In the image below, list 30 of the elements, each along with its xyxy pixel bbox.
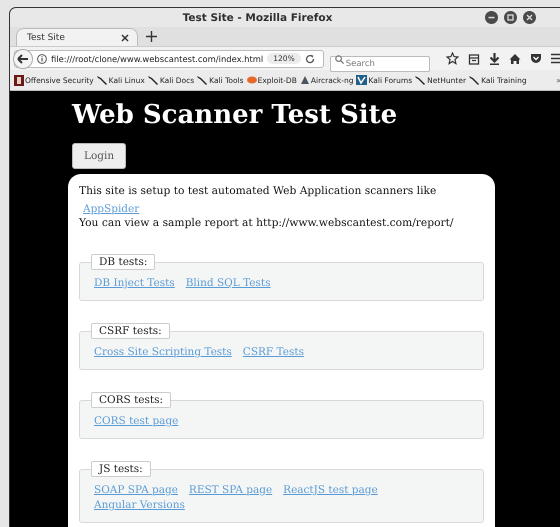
close-icon[interactable] (121, 34, 129, 42)
group-legend: CSRF tests: (91, 323, 170, 339)
back-icon[interactable] (13, 48, 33, 68)
intro-text: This site is setup to test automated Web Application scanners like (79, 184, 438, 197)
download-icon[interactable] (488, 52, 500, 64)
reload-icon[interactable] (304, 54, 315, 64)
group-legend: CORS tests: (91, 392, 172, 408)
star-icon[interactable] (446, 52, 459, 65)
forum-icon (356, 75, 368, 85)
maximize-icon[interactable] (504, 11, 517, 24)
new-tab-icon[interactable] (146, 31, 157, 42)
home-icon[interactable] (508, 52, 521, 64)
group-legend: DB tests: (91, 254, 156, 270)
pocket-icon[interactable] (530, 53, 542, 64)
search-field[interactable]: Search (330, 56, 430, 72)
library-icon[interactable] (468, 52, 480, 64)
group-legend: JS tests: (91, 461, 151, 477)
minimize-icon[interactable] (485, 11, 498, 24)
page-heading: Web Scanner Test Site (72, 100, 398, 130)
bookmark-icon (14, 74, 24, 86)
window-title: Test Site - Mozilla Firefox (182, 12, 332, 24)
close-icon[interactable] (523, 11, 536, 24)
bookmarks-overflow-button[interactable]: » (556, 76, 560, 84)
url-text: file:///root/clone/www.webscantest.com/index.html (51, 54, 264, 64)
login-button[interactable]: Login (72, 143, 126, 169)
info-icon[interactable] (37, 54, 47, 64)
report-note: You can view a sample report at http://www.webscantest.com/report/ (79, 216, 455, 229)
browser-tab[interactable]: Test Site (16, 28, 138, 46)
menu-icon[interactable] (550, 53, 560, 64)
search-icon (334, 54, 344, 64)
